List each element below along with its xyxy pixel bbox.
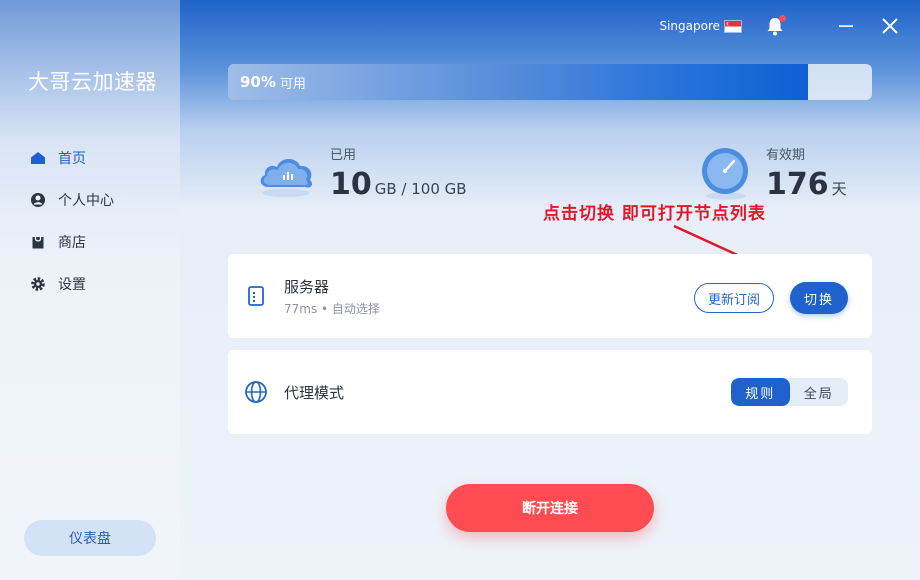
notification-bell[interactable] <box>764 15 786 37</box>
sidebar-item-profile[interactable]: 个人中心 <box>30 188 114 212</box>
gear-icon <box>30 276 46 292</box>
stat-validity-value: 176 <box>766 167 829 202</box>
disconnect-button[interactable]: 断开连接 <box>446 484 654 532</box>
home-icon <box>30 150 46 166</box>
server-card: 服务器 77ms • 自动选择 更新订阅 切换 <box>228 254 872 338</box>
minimize-icon <box>839 25 853 27</box>
notification-badge <box>779 15 786 22</box>
globe-icon <box>245 381 267 403</box>
usage-percent: 90% <box>240 73 276 91</box>
usage-available-label: 可用 <box>279 76 306 92</box>
stat-used-value: 10 <box>330 167 372 202</box>
user-icon <box>30 192 46 208</box>
proxy-mode-global[interactable]: 全局 <box>790 378 849 406</box>
proxy-mode-title: 代理模式 <box>284 384 345 402</box>
region-selector[interactable]: Singapore <box>659 19 742 33</box>
singapore-flag-icon <box>724 19 742 33</box>
usage-progress-fill <box>228 64 808 100</box>
sidebar: 大哥云加速器 首页 个人中心 商店 设置 仪表盘 <box>0 0 180 580</box>
minimize-button[interactable] <box>836 16 856 36</box>
server-icon <box>248 286 264 306</box>
shop-bag-icon <box>30 234 46 250</box>
sidebar-item-home[interactable]: 首页 <box>30 146 114 170</box>
usage-progress-text: 90% 可用 <box>240 64 306 100</box>
stat-used-label: 已用 <box>330 148 357 163</box>
cloud-icon <box>260 158 313 197</box>
stat-validity: 有效期 176 天 <box>700 144 847 202</box>
renew-subscription-button[interactable]: 更新订阅 <box>694 283 774 313</box>
sidebar-item-label: 首页 <box>58 151 86 167</box>
sidebar-item-label: 设置 <box>58 277 86 293</box>
window-topbar: Singapore <box>659 14 900 38</box>
proxy-mode-rule[interactable]: 规则 <box>731 378 790 406</box>
proxy-mode-card: 代理模式 规则 全局 <box>228 350 872 434</box>
tutorial-annotation: 点击切换 即可打开节点列表 <box>543 204 766 224</box>
region-label: Singapore <box>659 19 720 33</box>
stat-used: 已用 10 GB / 100 GB <box>256 144 467 202</box>
sidebar-item-settings[interactable]: 设置 <box>30 272 114 296</box>
sidebar-nav: 首页 个人中心 商店 设置 <box>30 146 114 314</box>
app-window: 大哥云加速器 首页 个人中心 商店 设置 仪表盘 Singapore 90% 可… <box>0 0 920 580</box>
stat-used-unit: GB / 100 GB <box>374 180 467 198</box>
sidebar-item-label: 个人中心 <box>58 193 114 209</box>
stat-validity-unit: 天 <box>831 180 847 198</box>
proxy-mode-toggle: 规则 全局 <box>731 378 848 406</box>
dashboard-button[interactable]: 仪表盘 <box>24 520 156 556</box>
brand-title: 大哥云加速器 <box>28 70 157 94</box>
sidebar-item-shop[interactable]: 商店 <box>30 230 114 254</box>
switch-server-button[interactable]: 切换 <box>790 282 848 314</box>
server-title: 服务器 <box>284 278 330 296</box>
usage-progress-bar: 90% 可用 <box>228 64 872 100</box>
close-button[interactable] <box>880 16 900 36</box>
stat-validity-label: 有效期 <box>766 148 806 163</box>
sidebar-item-label: 商店 <box>58 235 86 251</box>
clock-icon <box>702 148 748 200</box>
close-icon <box>882 18 898 34</box>
server-subtitle: 77ms • 自动选择 <box>284 302 380 316</box>
